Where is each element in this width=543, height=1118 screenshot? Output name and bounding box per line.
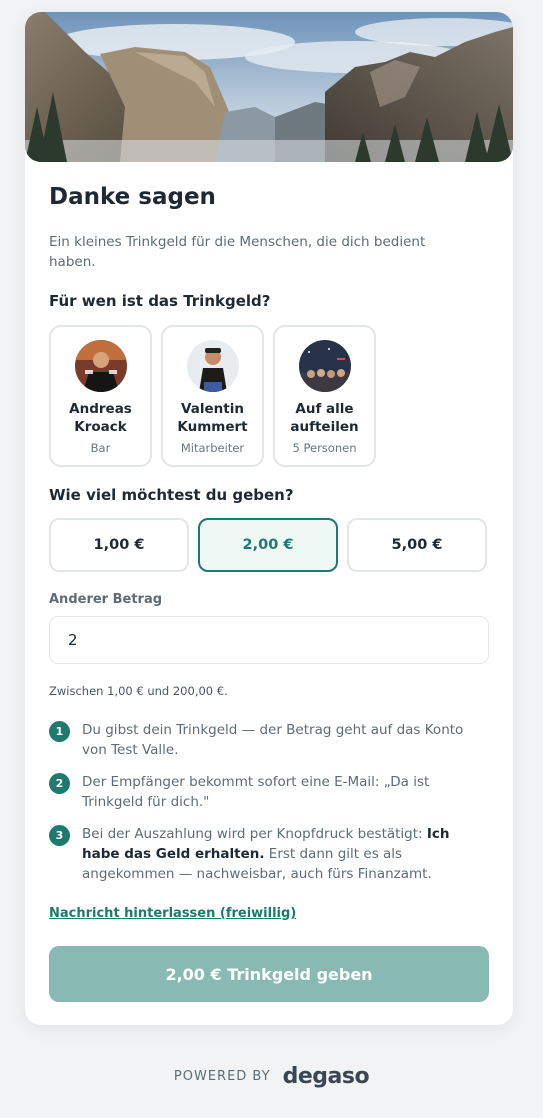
degaso-logo: degaso [282, 1064, 370, 1089]
footer: POWERED BY degaso [0, 1064, 543, 1089]
amount-heading: Wie viel möchtest du geben? [49, 486, 294, 504]
step-number: 2 [49, 773, 70, 794]
step-3: 3 Bei der Auszahlung wird per Knopfdruck… [49, 824, 489, 884]
custom-amount-input[interactable] [49, 616, 489, 664]
step-number: 3 [49, 825, 70, 846]
amount-option-5[interactable]: 5,00 € [347, 518, 487, 572]
step-text: Der Empfänger bekommt sofort eine E-Mail… [82, 774, 430, 810]
custom-amount-label: Anderer Betrag [49, 592, 163, 607]
page-title: Danke sagen [49, 184, 216, 210]
recipient-name: Andreas Kroack [69, 401, 132, 435]
avatar [74, 340, 127, 392]
amount-option-1[interactable]: 1,00 € [49, 518, 189, 572]
amount-range-hint: Zwischen 1,00 € und 200,00 €. [49, 684, 228, 698]
step-number: 1 [49, 721, 70, 742]
recipient-card-split[interactable]: Auf alle aufteilen 5 Personen [273, 325, 376, 467]
amount-option-2[interactable]: 2,00 € [198, 518, 338, 572]
recipient-role: 5 Personen [292, 441, 357, 455]
submit-tip-button[interactable]: 2,00 € Trinkgeld geben [49, 946, 489, 1002]
recipient-role: Mitarbeiter [180, 441, 245, 455]
recipient-list: Andreas Kroack Bar Valentin Kummert Mita… [49, 325, 376, 467]
steps-list: 1 Du gibst dein Trinkgeld — der Betrag g… [49, 720, 489, 884]
recipient-role: Bar [90, 441, 111, 455]
recipient-card-valentin[interactable]: Valentin Kummert Mitarbeiter [161, 325, 264, 467]
step-1: 1 Du gibst dein Trinkgeld — der Betrag g… [49, 720, 489, 760]
page-subtitle: Ein kleines Trinkgeld für die Menschen, … [49, 234, 426, 270]
recipient-name: Auf alle aufteilen [290, 401, 359, 435]
tip-card: Danke sagen Ein kleines Trinkgeld für di… [25, 12, 513, 1025]
recipient-heading: Für wen ist das Trinkgeld? [49, 292, 271, 310]
leave-message-link[interactable]: Nachricht hinterlassen (freiwillig) [49, 906, 296, 921]
avatar [298, 340, 351, 392]
step-text: Bei der Auszahlung wird per Knopfdruck b… [82, 826, 427, 842]
recipient-name: Valentin Kummert [177, 401, 248, 435]
avatar [186, 340, 239, 392]
step-2: 2 Der Empfänger bekommt sofort eine E-Ma… [49, 772, 489, 812]
amount-options: 1,00 € 2,00 € 5,00 € [49, 518, 487, 572]
hero-image [25, 12, 513, 162]
step-text: Du gibst dein Trinkgeld — der Betrag geh… [82, 722, 464, 758]
powered-by-label: POWERED BY [173, 1069, 271, 1084]
recipient-card-andreas[interactable]: Andreas Kroack Bar [49, 325, 152, 467]
